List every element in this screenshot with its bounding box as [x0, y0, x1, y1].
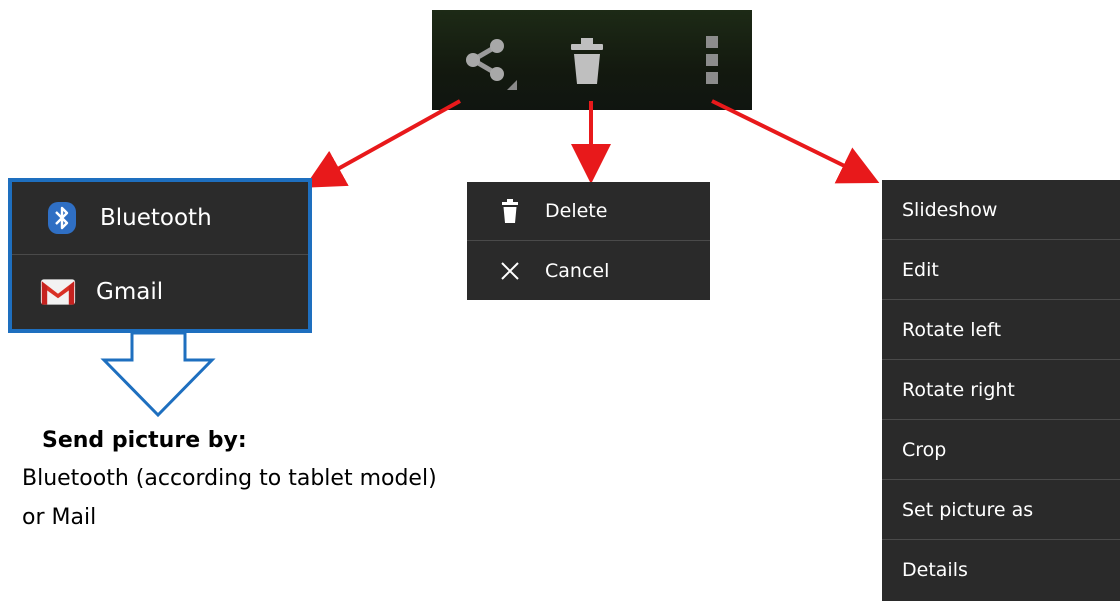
trash-icon [495, 198, 525, 224]
overflow-item-slideshow[interactable]: Slideshow [882, 180, 1120, 240]
overflow-item-label: Rotate right [902, 378, 1015, 401]
caption-line: Bluetooth (according to tablet model) [22, 466, 437, 491]
close-icon [495, 261, 525, 281]
overflow-item-label: Rotate left [902, 318, 1002, 341]
overflow-item-edit[interactable]: Edit [882, 240, 1120, 300]
overflow-item-rotate-left[interactable]: Rotate left [882, 300, 1120, 360]
overflow-item-crop[interactable]: Crop [882, 420, 1120, 480]
share-menu: Bluetooth Gmail [8, 178, 312, 333]
overflow-item-details[interactable]: Details [882, 540, 1120, 600]
caption-line: or Mail [22, 505, 97, 530]
share-item-bluetooth[interactable]: Bluetooth [12, 182, 308, 255]
overflow-item-label: Edit [902, 258, 939, 281]
overflow-item-rotate-right[interactable]: Rotate right [882, 360, 1120, 420]
delete-menu: Delete Cancel [467, 182, 710, 300]
delete-item-cancel[interactable]: Cancel [467, 241, 710, 300]
overflow-item-label: Details [902, 559, 968, 581]
caption-title: Send picture by: [42, 428, 247, 453]
bluetooth-icon [44, 200, 80, 236]
overflow-item-set-picture-as[interactable]: Set picture as [882, 480, 1120, 540]
share-item-label: Gmail [96, 278, 164, 305]
gmail-icon [40, 274, 76, 310]
delete-item-label: Cancel [545, 259, 610, 282]
delete-item-delete[interactable]: Delete [467, 182, 710, 241]
callout-down-arrow [100, 331, 216, 418]
overflow-item-label: Set picture as [902, 498, 1034, 521]
overflow-item-label: Slideshow [902, 198, 998, 221]
share-item-label: Bluetooth [100, 205, 212, 231]
overflow-item-label: Crop [902, 438, 947, 461]
overflow-menu: Slideshow Edit Rotate left Rotate right … [882, 180, 1120, 601]
arrow-to-overflow-menu [711, 99, 880, 184]
arrow-to-share-menu [304, 99, 461, 188]
delete-item-label: Delete [545, 200, 608, 222]
share-item-gmail[interactable]: Gmail [12, 255, 308, 328]
